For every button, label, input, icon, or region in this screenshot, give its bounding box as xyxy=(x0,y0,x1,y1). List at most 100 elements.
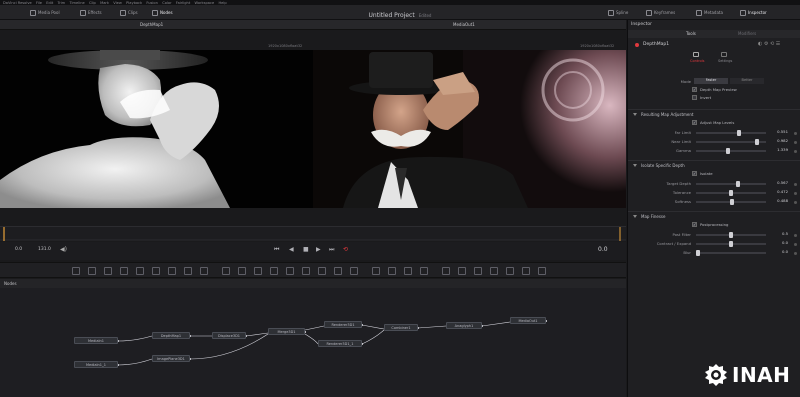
go-to-start-icon[interactable]: ⏮ xyxy=(274,246,279,254)
rectangle-tool-icon[interactable] xyxy=(222,267,230,275)
background-tool-icon[interactable] xyxy=(72,267,80,275)
blur-knob[interactable] xyxy=(696,250,700,256)
postprocessing-checkbox[interactable]: ✓ xyxy=(692,222,697,227)
right-viewer[interactable] xyxy=(313,50,626,208)
metadata-button[interactable]: Metadata xyxy=(696,8,723,18)
near-limit-slider[interactable] xyxy=(696,139,766,145)
contract-expand-value[interactable]: 0.0 xyxy=(768,240,788,247)
post-filter-knob[interactable] xyxy=(729,232,733,238)
node-merge3d1[interactable]: Merge3D1 xyxy=(268,328,305,335)
invert-checkbox[interactable]: ✓ xyxy=(692,95,697,100)
emitter-tool-icon[interactable] xyxy=(372,267,380,275)
paint-tool-icon[interactable] xyxy=(88,267,96,275)
target-depth-value[interactable]: 0.567 xyxy=(768,180,788,187)
end-time[interactable]: 131.0 xyxy=(38,247,51,252)
tolerance-slider[interactable] xyxy=(696,190,766,196)
node-renderer3d1-1[interactable]: Renderer3D1_1 xyxy=(318,340,362,347)
tracker-tool-icon[interactable] xyxy=(286,267,294,275)
section-resulting-map[interactable]: Resulting Map Adjustment xyxy=(628,109,800,118)
displace-tool-icon[interactable] xyxy=(522,267,530,275)
planar-tool-icon[interactable] xyxy=(302,267,310,275)
tolerance-knob[interactable] xyxy=(729,190,733,196)
drop-tool-icon[interactable] xyxy=(200,267,208,275)
gamma-slider[interactable] xyxy=(696,148,766,154)
start-time[interactable]: 0.0 xyxy=(15,247,22,252)
softness-slider[interactable] xyxy=(696,199,766,205)
post-filter-slider[interactable] xyxy=(696,232,766,238)
light-tool-icon[interactable] xyxy=(490,267,498,275)
tolerance-value[interactable]: 0.472 xyxy=(768,189,788,196)
current-time[interactable]: 0.0 xyxy=(598,246,608,253)
node-graph[interactable]: MediaIn1 MediaIn1_1 DepthMap1 ImagePlane… xyxy=(0,288,626,397)
ellipse-tool-icon[interactable] xyxy=(238,267,246,275)
keyframes-button[interactable]: Keyframes xyxy=(646,8,675,18)
text-3d-tool-icon[interactable] xyxy=(458,267,466,275)
bitmap-tool-icon[interactable] xyxy=(270,267,278,275)
near-limit-knob[interactable] xyxy=(755,139,760,145)
contract-expand-keyframe-icon[interactable] xyxy=(794,243,797,246)
node-mediain1[interactable]: MediaIn1 xyxy=(74,337,118,344)
node-mediaout1[interactable]: MediaOut1 xyxy=(510,317,546,324)
target-depth-knob[interactable] xyxy=(735,181,740,187)
play-icon[interactable]: ▶ xyxy=(316,246,321,253)
section-isolate-depth[interactable]: Isolate Specific Depth xyxy=(628,160,800,169)
right-viewer-name[interactable]: MediaOut1 xyxy=(453,20,475,30)
blur-keyframe-icon[interactable] xyxy=(794,252,797,255)
far-limit-knob[interactable] xyxy=(736,130,741,136)
nodes-button[interactable]: Nodes xyxy=(152,8,173,18)
mode-faster-button[interactable]: Faster xyxy=(694,78,728,84)
section-map-finesse[interactable]: Map Finesse xyxy=(628,211,800,220)
audio-icon[interactable]: ◀) xyxy=(60,246,67,253)
fog-tool-icon[interactable] xyxy=(538,267,546,275)
shape-tool-icon[interactable] xyxy=(334,267,342,275)
image-plane-tool-icon[interactable] xyxy=(420,267,428,275)
node-anaglyph1[interactable]: Anaglyph1 xyxy=(446,322,482,329)
keyer-tool-icon[interactable] xyxy=(318,267,326,275)
left-viewer[interactable] xyxy=(0,50,313,208)
isolate-checkbox[interactable]: ✓ xyxy=(692,171,697,176)
node-displace3d1[interactable]: Displace3D1 xyxy=(212,332,246,339)
softness-keyframe-icon[interactable] xyxy=(794,201,797,204)
near-limit-value[interactable]: 0.982 xyxy=(768,138,788,145)
render-tool-icon[interactable] xyxy=(388,267,396,275)
blur-value[interactable]: 0.0 xyxy=(768,249,788,256)
blur-slider[interactable] xyxy=(696,250,766,256)
far-limit-keyframe-icon[interactable] xyxy=(794,132,797,135)
node-imageplane3d1[interactable]: ImagePlane3D1 xyxy=(152,355,190,362)
camera-3d-tool-icon[interactable] xyxy=(404,267,412,275)
contract-expand-slider[interactable] xyxy=(696,241,766,247)
timeline-ruler[interactable] xyxy=(0,226,626,241)
node-mediain1-1[interactable]: MediaIn1_1 xyxy=(74,361,118,368)
inspector-button[interactable]: Inspector xyxy=(740,8,767,18)
contract-expand-knob[interactable] xyxy=(729,241,733,247)
node-color-dot[interactable] xyxy=(635,43,639,47)
post-filter-value[interactable]: 0.5 xyxy=(768,231,788,238)
near-limit-keyframe-icon[interactable] xyxy=(794,141,797,144)
far-limit-slider[interactable] xyxy=(696,130,766,136)
step-back-icon[interactable]: ◀ xyxy=(289,246,294,253)
go-to-end-icon[interactable]: ⏭ xyxy=(329,246,334,254)
left-viewer-name[interactable]: DepthMap1 xyxy=(140,20,163,30)
effects-button[interactable]: Effects xyxy=(80,8,102,18)
text-tool-icon[interactable] xyxy=(104,267,112,275)
bspline-tool-icon[interactable] xyxy=(254,267,262,275)
clips-button[interactable]: Clips xyxy=(120,8,138,18)
depth-map-preview-checkbox[interactable]: ✓ xyxy=(692,87,697,92)
softness-value[interactable]: 0.488 xyxy=(768,198,788,205)
target-depth-slider[interactable] xyxy=(696,181,766,187)
node-renderer3d1[interactable]: Renderer3D1 xyxy=(324,321,362,328)
merge-tool-icon[interactable] xyxy=(120,267,128,275)
tab-tools[interactable]: Tools xyxy=(686,31,696,36)
tab-modifiers[interactable]: Modifiers xyxy=(738,31,756,36)
shape-3d-tool-icon[interactable] xyxy=(474,267,482,275)
merge-3d-tool-icon[interactable] xyxy=(442,267,450,275)
stop-icon[interactable]: ■ xyxy=(303,246,309,253)
blur-tool-icon[interactable] xyxy=(152,267,160,275)
post-filter-keyframe-icon[interactable] xyxy=(794,234,797,237)
gamma-knob[interactable] xyxy=(725,148,730,154)
node-options-icon[interactable]: ◐ ⚙ ⟲ ☰ xyxy=(758,41,780,47)
spline-button[interactable]: Spline xyxy=(608,8,628,18)
renderer-3d-tool-icon[interactable] xyxy=(506,267,514,275)
color-corrector-tool-icon[interactable] xyxy=(136,267,144,275)
gamma-keyframe-icon[interactable] xyxy=(794,150,797,153)
